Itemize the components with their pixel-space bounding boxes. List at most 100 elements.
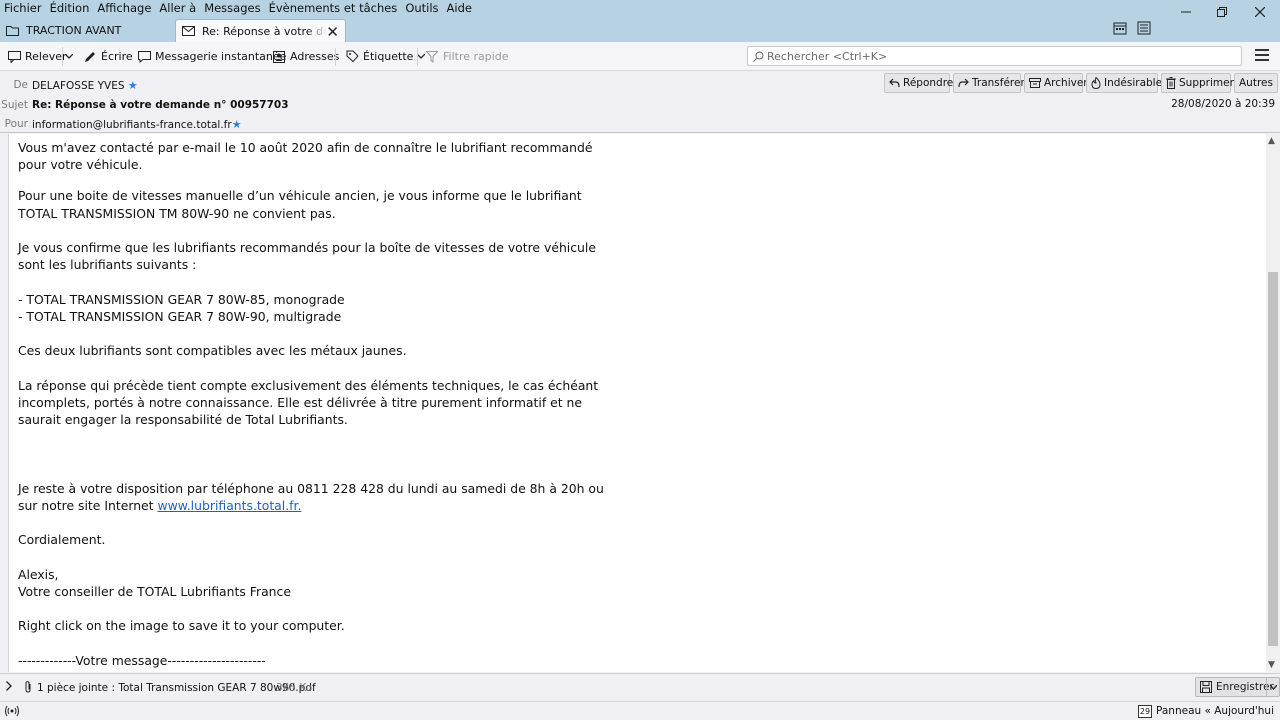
calendar-tab-button[interactable]	[1113, 21, 1127, 35]
paragraph: Right click on the image to save it to y…	[18, 618, 345, 634]
archive-icon	[1029, 78, 1041, 88]
paperclip-icon	[24, 681, 32, 696]
reply-label: Répondre	[903, 77, 954, 89]
chat-label: Messagerie instantanée	[155, 50, 287, 63]
scroll-down-icon[interactable]: ▼	[1268, 660, 1275, 670]
quick-filter-button[interactable]: Filtre rapide	[425, 47, 509, 66]
save-icon	[1200, 681, 1212, 693]
restore-icon	[1217, 7, 1227, 17]
tag-icon	[345, 50, 359, 64]
menu-outils[interactable]: Outils	[401, 0, 442, 17]
from-value[interactable]: DELAFOSSE YVES ★	[32, 79, 138, 92]
attachment-bar: 1 pièce jointe : Total Transmission GEAR…	[0, 673, 1280, 701]
tab-traction-avant[interactable]: TRACTION AVANT	[0, 19, 172, 42]
tasks-tab-button[interactable]	[1137, 21, 1151, 35]
scrollbar-thumb[interactable]	[1268, 272, 1278, 646]
calendar-icon	[1113, 22, 1127, 35]
flame-icon	[1091, 77, 1101, 89]
pencil-icon	[83, 50, 97, 64]
app-menu-button[interactable]	[1255, 49, 1269, 61]
save-dropdown[interactable]	[1266, 678, 1279, 696]
calendar-day-icon: 29	[1138, 705, 1152, 718]
chevron-down-icon	[1269, 684, 1277, 690]
forward-icon	[958, 78, 969, 88]
toolbar-separator	[335, 48, 336, 66]
paragraph: Je reste à votre disposition par télépho…	[18, 480, 618, 514]
envelope-icon	[182, 26, 195, 36]
online-status-icon[interactable]	[5, 705, 19, 720]
get-mail-label: Relever	[25, 50, 67, 63]
toolbar-separator	[417, 48, 418, 66]
search-placeholder: Rechercher <Ctrl+K>	[767, 49, 888, 63]
tab-label: TRACTION AVANT	[26, 24, 122, 37]
get-mail-button[interactable]: Relever	[7, 47, 67, 66]
paragraph: Cordialement.	[18, 532, 106, 548]
save-attachment-button[interactable]: Enregistrer	[1195, 677, 1280, 697]
folder-icon	[6, 26, 19, 36]
message-scrollbar[interactable]: ▲ ▼	[1266, 134, 1280, 672]
attachment-summary[interactable]: 1 pièce jointe : Total Transmission GEAR…	[37, 682, 316, 694]
attachment-size: 365 Ko	[276, 682, 313, 694]
expand-attachments-icon[interactable]	[6, 681, 12, 694]
chat-button[interactable]: Messagerie instantanée	[137, 47, 286, 66]
tasks-icon	[1137, 21, 1151, 35]
tab-bar: TRACTION AVANT Re: Réponse à votre deman…	[0, 17, 1280, 42]
junk-button[interactable]: Indésirable	[1086, 73, 1162, 93]
chevron-down-icon	[64, 54, 73, 59]
star-icon[interactable]: ★	[232, 118, 242, 131]
menu-fichier[interactable]: Fichier	[0, 0, 46, 17]
quote-separator: -------------Votre message--------------…	[18, 652, 266, 668]
close-icon	[1255, 7, 1265, 17]
address-book-button[interactable]: Adresses	[272, 47, 339, 66]
contact-text: Je reste à votre disposition par télépho…	[18, 480, 604, 513]
reply-button[interactable]: Répondre	[884, 73, 954, 93]
message-body[interactable]: Vous m'avez contacté par e-mail le 10 ao…	[8, 134, 1266, 672]
to-address: information@lubrifiants-france.total.fr	[32, 119, 232, 131]
archive-button[interactable]: Archiver	[1024, 73, 1088, 93]
address-book-icon	[272, 50, 286, 64]
message-text: Vous m'avez contacté par e-mail le 10 ao…	[18, 139, 618, 669]
tab-label: Re: Réponse à votre demande n° 00957703	[202, 24, 326, 38]
funnel-icon	[425, 50, 439, 64]
menu-affichage[interactable]: Affichage	[93, 0, 155, 17]
close-tab-icon[interactable]: ✕	[326, 23, 339, 41]
quick-filter-label: Filtre rapide	[443, 50, 509, 63]
list-item: - TOTAL TRANSMISSION GEAR 7 80W-85, mono…	[18, 291, 345, 307]
paragraph: Ces deux lubrifiants sont compatibles av…	[18, 343, 407, 359]
star-icon[interactable]: ★	[128, 79, 138, 92]
tab-message[interactable]: Re: Réponse à votre demande n° 00957703 …	[175, 19, 346, 42]
tag-button[interactable]: Étiquette	[345, 47, 426, 66]
search-input[interactable]: Rechercher <Ctrl+K>	[747, 46, 1242, 66]
archive-label: Archiver	[1044, 77, 1088, 89]
forward-button[interactable]: Transférer	[953, 73, 1025, 93]
menu-messages[interactable]: Messages	[200, 0, 264, 17]
other-actions-label: Autres	[1239, 77, 1273, 89]
get-mail-dropdown[interactable]	[62, 47, 74, 66]
signature-line: Votre conseiller de TOTAL Lubrifiants Fr…	[18, 583, 291, 599]
menu-edition[interactable]: Édition	[46, 0, 94, 17]
paragraph: Je vous confirme que les lubrifiants rec…	[18, 240, 596, 273]
today-pane-toggle[interactable]: Panneau « Aujourd'hui »	[1156, 705, 1280, 720]
to-value[interactable]: information@lubrifiants-france.total.fr★	[32, 118, 242, 131]
write-button[interactable]: Écrire	[83, 47, 133, 66]
menu-evenements[interactable]: Évènements et tâches	[265, 0, 402, 17]
delete-label: Supprimer	[1179, 77, 1234, 89]
subject-value: Re: Réponse à votre demande n° 00957703	[32, 99, 289, 111]
from-label: De	[13, 79, 28, 91]
tag-label: Étiquette	[363, 50, 414, 63]
delete-button[interactable]: Supprimer	[1161, 73, 1234, 93]
forward-label: Transférer	[972, 77, 1025, 89]
website-link[interactable]: www.lubrifiants.total.fr.	[157, 498, 301, 513]
menu-aide[interactable]: Aide	[443, 0, 476, 17]
paragraph: Pour une boite de vitesses manuelle d’un…	[18, 188, 582, 221]
subject-label: Sujet	[1, 99, 28, 111]
message-header: De DELAFOSSE YVES ★ Sujet Re: Réponse à …	[0, 71, 1280, 133]
chat-bubble-icon	[137, 50, 151, 64]
to-label: Pour	[4, 118, 28, 130]
menu-aller-a[interactable]: Aller à	[155, 0, 200, 17]
paragraph: La réponse qui précède tient compte excl…	[18, 377, 599, 427]
message-date: 28/08/2020 à 20:39	[1171, 98, 1275, 110]
list-item: - TOTAL TRANSMISSION GEAR 7 80W-90, mult…	[18, 308, 342, 324]
other-actions-button[interactable]: Autres	[1234, 73, 1278, 93]
scroll-up-icon[interactable]: ▲	[1268, 136, 1275, 146]
